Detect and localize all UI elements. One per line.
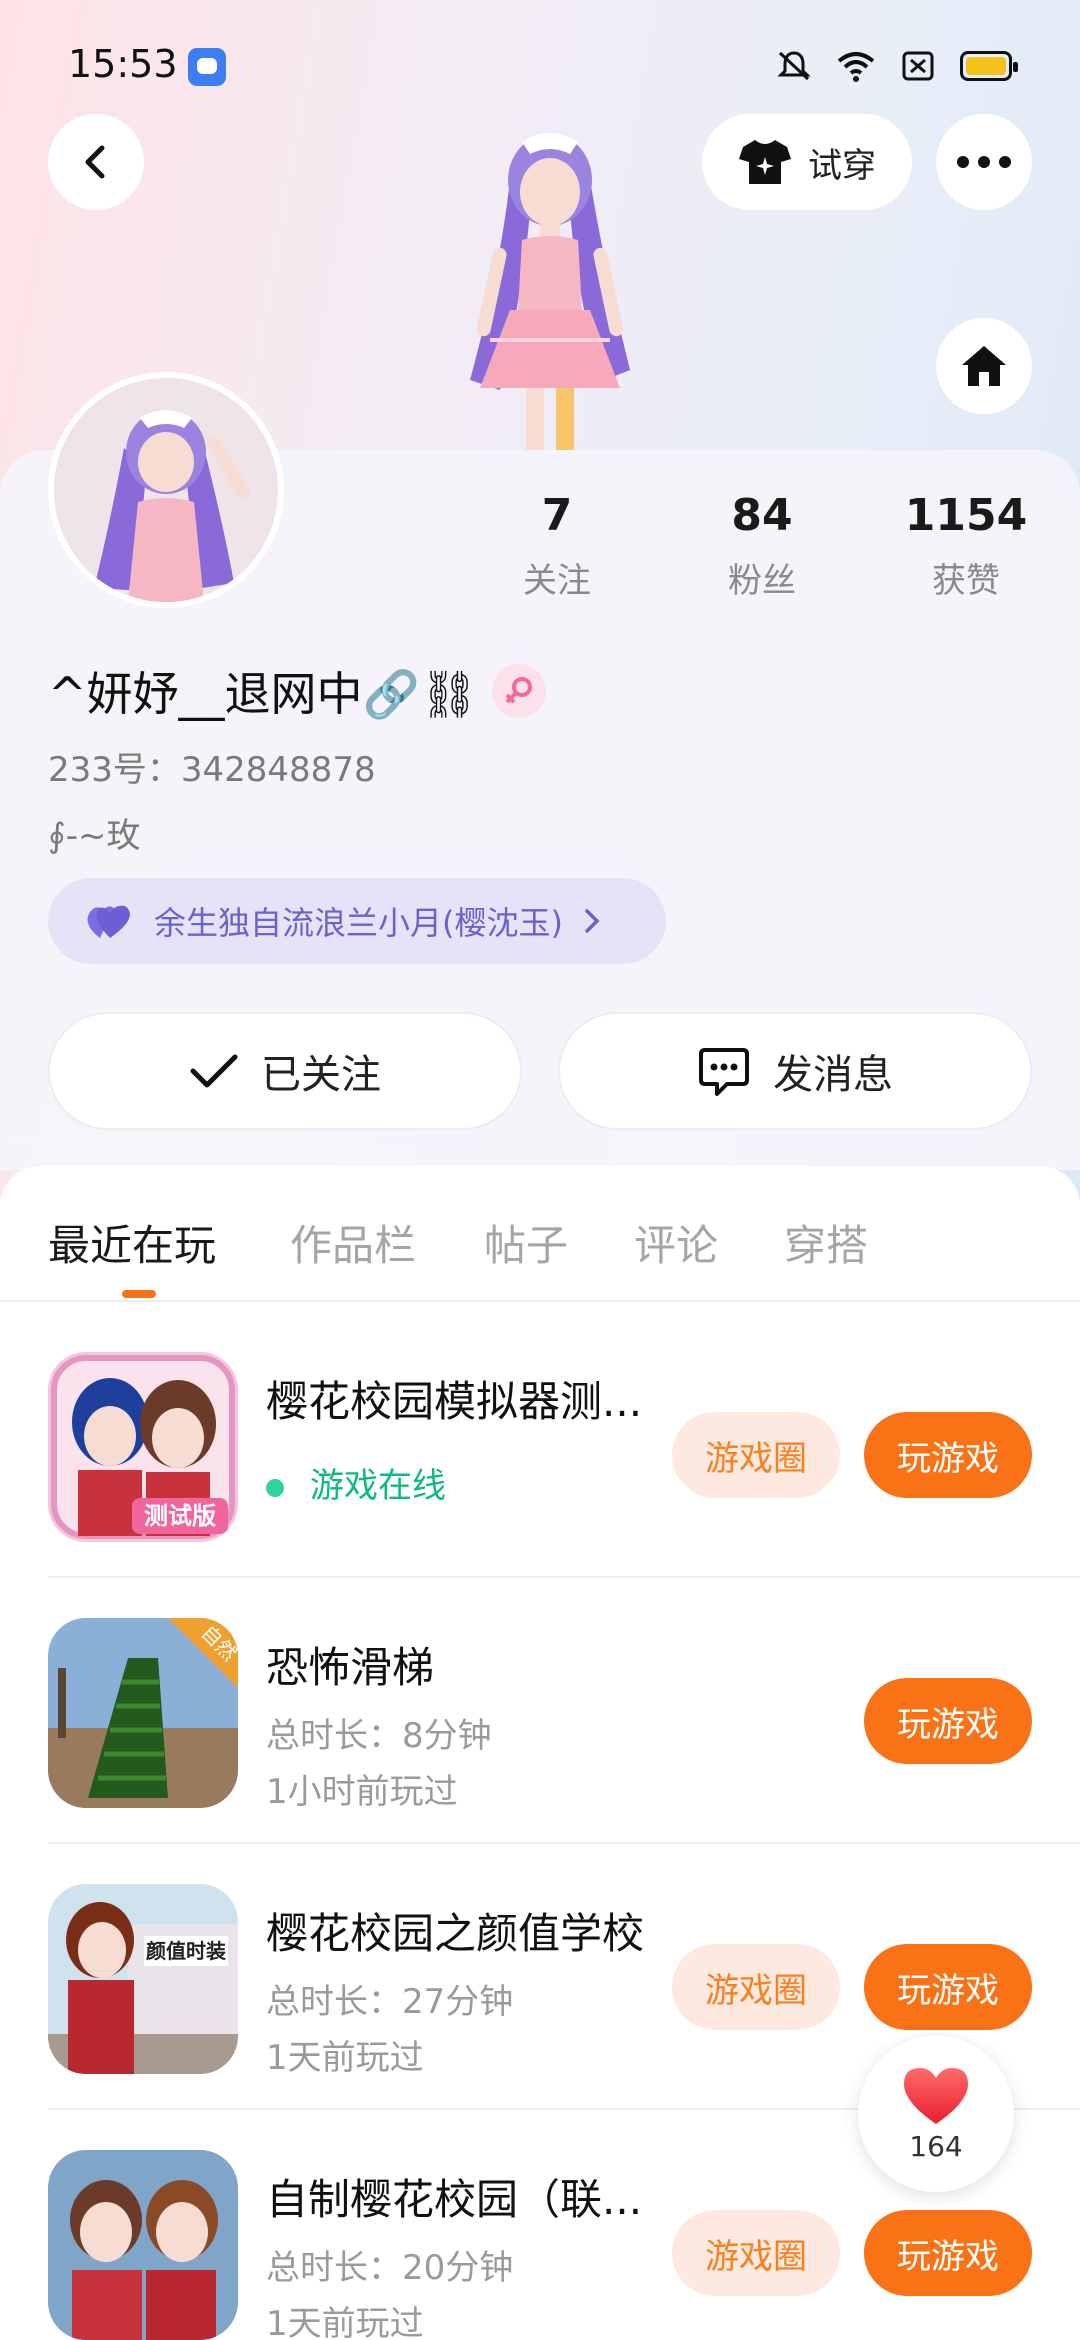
tab-works[interactable]: 作品栏 (290, 1212, 416, 1273)
shirt-sparkle-icon (739, 140, 791, 184)
avatar-character-figure (470, 133, 630, 450)
online-status-text: 游戏在线 (310, 1466, 446, 1506)
game-icon: 自然 (48, 1618, 238, 1808)
tab-recently-played[interactable]: 最近在玩 (48, 1212, 216, 1273)
chevron-right-icon (585, 909, 600, 933)
game-status: 游戏在线 (266, 1458, 446, 1507)
game-icon (48, 2150, 238, 2340)
send-message-label: 发消息 (773, 1052, 893, 1098)
game-row[interactable]: 测试版 樱花校园模拟器测... 游戏在线 游戏圈 玩游戏 (0, 1312, 1080, 1578)
stat-likes[interactable]: 1154 获赞 (866, 490, 1066, 602)
battery-icon (960, 51, 1018, 81)
game-row[interactable]: 自然 恐怖滑梯 总时长：8分钟 1小时前玩过 玩游戏 (0, 1578, 1080, 1844)
tab-outfits[interactable]: 穿搭 (784, 1212, 868, 1273)
game-name: 樱花校园模拟器测... (266, 1377, 643, 1426)
like-count: 164 (909, 2129, 963, 2163)
game-last-played: 1天前玩过 (266, 2038, 424, 2078)
stat-value: 1154 (904, 490, 1028, 541)
couple-heart-icon (87, 905, 130, 938)
stat-label: 关注 (523, 561, 591, 601)
status-icons (774, 46, 1018, 86)
house-icon (962, 346, 1006, 386)
svg-text:颜值时装: 颜值时装 (146, 1939, 226, 1963)
game-total-time: 总时长：8分钟 (266, 1716, 492, 1756)
stat-label: 获赞 (932, 561, 1000, 601)
back-button[interactable] (48, 114, 144, 210)
active-tab-indicator (122, 1290, 156, 1298)
game-last-played: 1小时前玩过 (266, 1772, 458, 1812)
send-message-button[interactable]: 发消息 (558, 1012, 1032, 1130)
avatar-image (54, 378, 278, 602)
play-game-button[interactable]: 玩游戏 (864, 1412, 1032, 1498)
female-gender-icon (492, 664, 547, 718)
sim-icon (902, 51, 934, 81)
game-total-time: 总时长：20分钟 (266, 2248, 514, 2288)
game-name: 樱花校园之颜值学校 (266, 1909, 645, 1958)
status-bar: 15:53 (0, 0, 1080, 130)
game-name: 自制樱花校园（联... (266, 2175, 643, 2224)
play-game-button[interactable]: 玩游戏 (864, 1678, 1032, 1764)
chat-app-icon (188, 48, 226, 86)
tab-posts[interactable]: 帖子 (484, 1212, 568, 1273)
try-on-label: 试穿 (808, 145, 876, 186)
tabs-divider (0, 1300, 1080, 1302)
play-game-button[interactable]: 玩游戏 (864, 2210, 1032, 2296)
stat-followers[interactable]: 84 粉丝 (662, 490, 862, 602)
username: ^妍妤__退网中🔗⛓ (48, 667, 479, 721)
followed-button[interactable]: 已关注 (48, 1012, 522, 1130)
stat-value: 7 (541, 490, 573, 541)
profile-tabs: 最近在玩 作品栏 帖子 评论 穿搭 (0, 1200, 1080, 1300)
tab-comments[interactable]: 评论 (634, 1212, 718, 1273)
chevron-left-icon (85, 145, 105, 179)
try-on-button[interactable]: 试穿 (702, 114, 912, 210)
svg-text:测试版: 测试版 (144, 1502, 216, 1530)
game-circle-button[interactable]: 游戏圈 (672, 1944, 840, 2030)
stat-following[interactable]: 7 关注 (457, 490, 657, 602)
user-id: 233号：342848878 (48, 750, 376, 790)
stat-label: 粉丝 (728, 561, 796, 601)
play-game-button[interactable]: 玩游戏 (864, 1944, 1032, 2030)
followed-label: 已关注 (261, 1052, 381, 1098)
check-icon (190, 1054, 238, 1088)
game-icon: 测试版 (48, 1352, 238, 1542)
wifi-icon (837, 52, 875, 82)
online-dot-icon (266, 1478, 284, 1497)
relationship-text: 余生独自流浪兰小月(樱沈玉) (154, 904, 563, 942)
mute-bell-icon (777, 51, 811, 81)
more-dots-icon (957, 156, 1011, 168)
home-button[interactable] (936, 318, 1032, 414)
status-time: 15:53 (68, 42, 178, 86)
game-last-played: 1天前玩过 (266, 2304, 424, 2340)
heart-icon (904, 2067, 968, 2124)
chat-bubble-icon (699, 1048, 749, 1096)
username-row: ^妍妤__退网中🔗⛓ (48, 658, 547, 724)
game-icon: 颜值时装 (48, 1884, 238, 2074)
profile-avatar[interactable] (48, 372, 284, 608)
like-button[interactable]: 164 (858, 2036, 1014, 2192)
more-button[interactable] (936, 114, 1032, 210)
game-circle-button[interactable]: 游戏圈 (672, 1412, 840, 1498)
stat-value: 84 (731, 490, 793, 541)
game-name: 恐怖滑梯 (266, 1643, 435, 1692)
game-circle-button[interactable]: 游戏圈 (672, 2210, 840, 2296)
game-total-time: 总时长：27分钟 (266, 1982, 514, 2022)
relationship-pill[interactable]: 余生独自流浪兰小月(樱沈玉) (48, 878, 666, 964)
user-signature: ∮-~玫 (48, 816, 141, 856)
